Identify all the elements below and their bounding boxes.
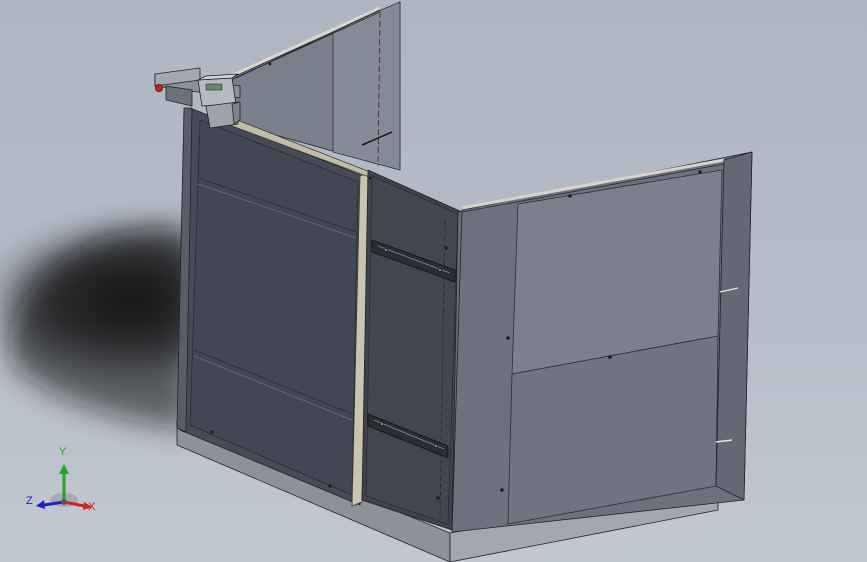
enclosure-model[interactable] — [154, 1, 753, 562]
z-axis-label: Z — [26, 495, 33, 507]
y-axis-label: Y — [59, 446, 67, 458]
x-axis-label: X — [88, 501, 96, 513]
3d-model-viewport[interactable] — [0, 0, 867, 562]
coordinate-triad: Y X Z — [22, 440, 102, 520]
red-indicator-marker — [154, 84, 163, 93]
middle-panel-face — [365, 175, 459, 525]
